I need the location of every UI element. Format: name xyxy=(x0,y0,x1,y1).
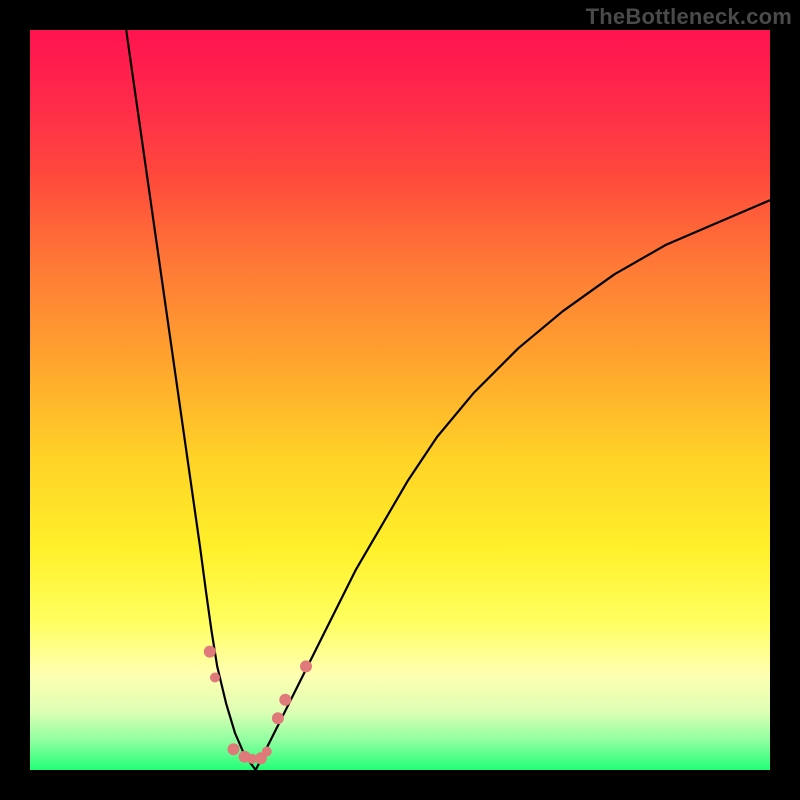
watermark-text: TheBottleneck.com xyxy=(586,4,792,30)
data-dot xyxy=(272,712,284,724)
data-dot xyxy=(262,747,272,757)
data-dot xyxy=(210,673,220,683)
chart-frame: TheBottleneck.com xyxy=(0,0,800,800)
data-dot xyxy=(300,660,312,672)
data-dot xyxy=(279,694,291,706)
data-dot xyxy=(228,743,240,755)
bottleneck-chart xyxy=(30,30,770,770)
data-dot xyxy=(204,646,216,658)
plot-area xyxy=(30,30,770,770)
